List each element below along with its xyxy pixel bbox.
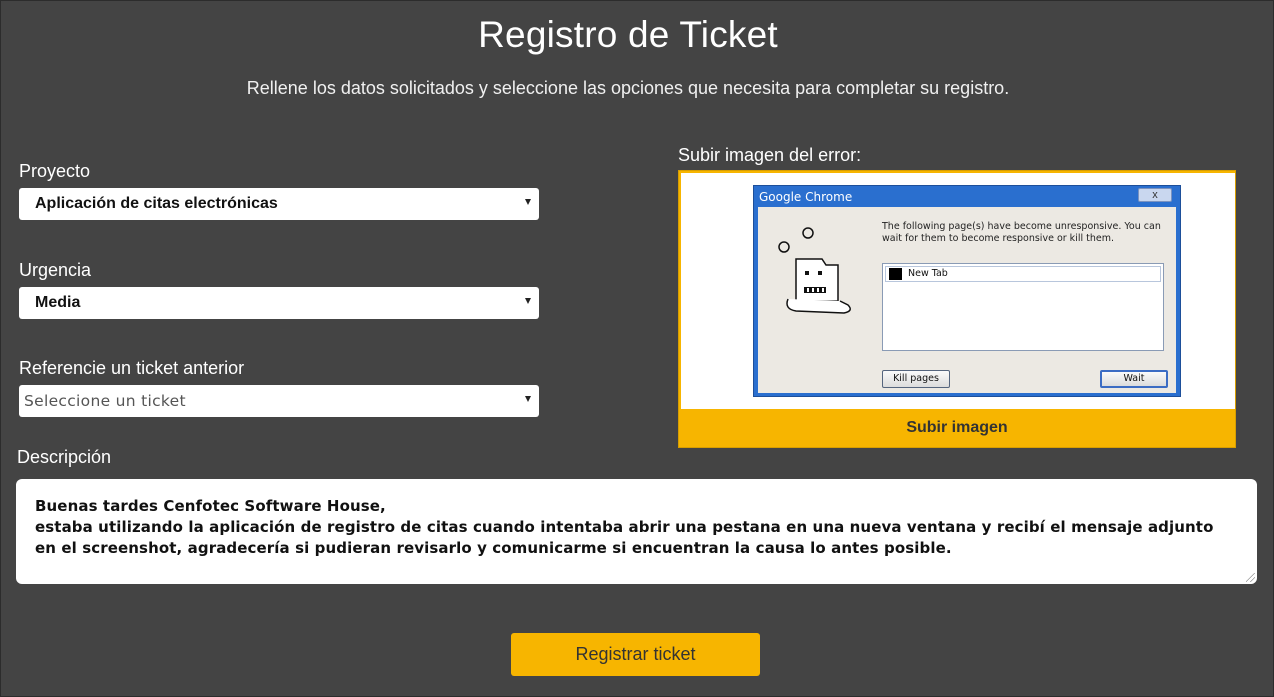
caret-down-icon <box>525 396 531 402</box>
close-icon: x <box>1138 188 1172 202</box>
caret-down-icon <box>525 199 531 205</box>
register-ticket-button[interactable]: Registrar ticket <box>511 633 760 676</box>
description-textarea[interactable]: Buenas tardes Cenfotec Software House, e… <box>16 479 1257 584</box>
screenshot-page-list: New Tab <box>882 263 1164 351</box>
urgency-select-value: Media <box>35 294 81 311</box>
image-upload-box: Google Chrome x The following page(s) ha… <box>678 170 1236 448</box>
screenshot-dialog-title: Google Chrome <box>759 190 853 204</box>
project-label: Proyecto <box>19 161 91 181</box>
screenshot-wait-button: Wait <box>1100 370 1168 388</box>
reference-select[interactable]: Seleccione un ticket <box>19 385 539 417</box>
upload-label: Subir imagen del error: <box>678 145 862 165</box>
urgency-label: Urgencia <box>19 260 92 280</box>
screenshot-dialog-message: The following page(s) have become unresp… <box>882 221 1161 244</box>
upload-image-button[interactable]: Subir imagen <box>679 409 1235 447</box>
screenshot-kill-button: Kill pages <box>882 370 950 388</box>
page-favicon-icon <box>889 268 902 280</box>
screenshot-list-item: New Tab <box>885 266 1161 282</box>
sad-tab-mascot-icon <box>778 227 851 314</box>
page-title: Registro de Ticket <box>478 14 778 55</box>
screenshot-list-item-label: New Tab <box>908 268 948 279</box>
reference-select-placeholder: Seleccione un ticket <box>24 392 186 410</box>
project-select-value: Aplicación de citas electrónicas <box>35 195 278 212</box>
reference-label: Referencie un ticket anterior <box>19 358 245 378</box>
screenshot-dialog-body: The following page(s) have become unresp… <box>758 207 1176 393</box>
image-preview: Google Chrome x The following page(s) ha… <box>681 173 1235 409</box>
screenshot-dialog: Google Chrome x The following page(s) ha… <box>753 185 1181 397</box>
description-line-2: estaba utilizando la aplicación de regis… <box>35 518 1214 557</box>
caret-down-icon <box>525 298 531 304</box>
urgency-select[interactable]: Media <box>19 287 539 319</box>
description-line-1: Buenas tardes Cenfotec Software House, <box>35 497 386 515</box>
resize-handle-icon[interactable] <box>1246 573 1255 582</box>
project-select[interactable]: Aplicación de citas electrónicas <box>19 188 539 220</box>
description-label: Descripción <box>17 447 112 467</box>
page-subtitle: Rellene los datos solicitados y seleccio… <box>246 78 1010 98</box>
